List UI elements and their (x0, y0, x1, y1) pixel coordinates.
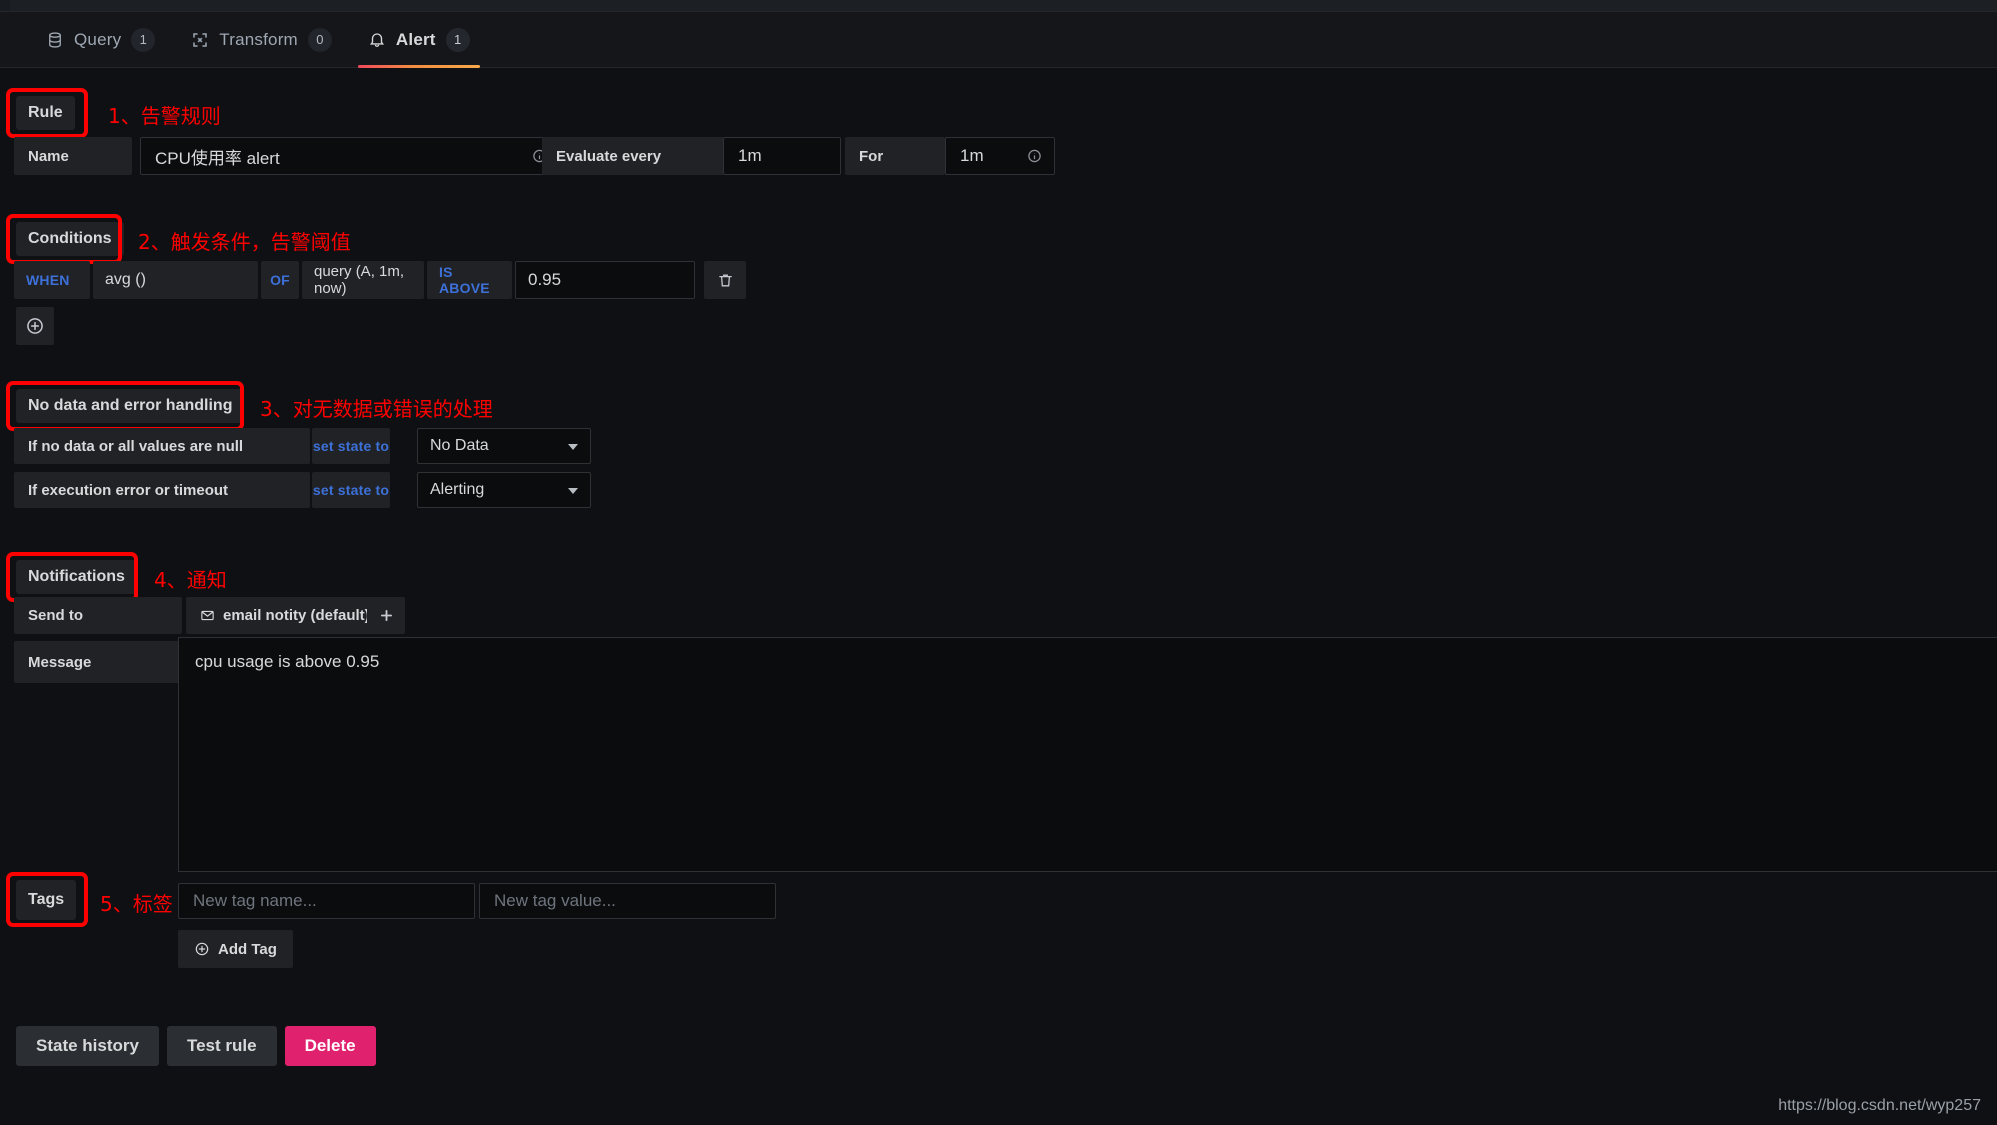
alert-tab-page: Query 1 Transform 0 Alert 1 Rule 1、告警规则 … (0, 0, 1997, 1125)
tab-query-label: Query (74, 29, 122, 49)
evaluate-every-label: Evaluate every (542, 137, 724, 175)
condition-of-label: OF (270, 272, 290, 288)
tag-value-input[interactable]: New tag value... (479, 883, 776, 919)
condition-evaluator-label: IS ABOVE (439, 264, 490, 296)
chevron-down-icon (568, 444, 578, 450)
database-icon (46, 31, 64, 49)
message-label: Message (14, 641, 182, 683)
condition-of-button[interactable]: OF (261, 261, 299, 299)
rule-name-input[interactable]: CPU使用率 alert (140, 137, 560, 175)
nodata-row1-setstate-label: set state to (312, 428, 390, 464)
nodata-row1-state-value: No Data (430, 437, 489, 454)
annotation-note-notifications: 4、通知 (154, 568, 227, 592)
nodata-row2-state-value: Alerting (430, 481, 485, 498)
nodata-row2-state-select[interactable]: Alerting (417, 472, 591, 508)
test-rule-button[interactable]: Test rule (166, 1026, 277, 1066)
add-tag-button[interactable]: Add Tag (178, 930, 293, 968)
tag-name-placeholder: New tag name... (193, 891, 317, 910)
nodata-row1-state-select[interactable]: No Data (417, 428, 591, 464)
condition-add-button[interactable] (16, 307, 54, 345)
state-history-button[interactable]: State history (16, 1026, 159, 1066)
notification-channel-label: email notity (default) (223, 607, 370, 624)
for-input[interactable]: 1m (945, 137, 1055, 175)
nodata-row1-label: If no data or all values are null (14, 428, 310, 464)
tab-alert-badge: 1 (445, 27, 470, 52)
tab-query-badge: 1 (131, 27, 156, 52)
message-textarea[interactable]: cpu usage is above 0.95 (178, 637, 1997, 872)
info-circle-icon[interactable] (1027, 149, 1042, 164)
send-to-label: Send to (14, 597, 182, 634)
section-heading-conditions: Conditions (16, 222, 124, 256)
condition-when-label: WHEN (26, 272, 70, 288)
section-heading-nodata: No data and error handling (16, 389, 245, 423)
tag-name-input[interactable]: New tag name... (178, 883, 475, 919)
tab-transform[interactable]: Transform 0 (173, 12, 350, 68)
nodata-row1-setstate-text: set state to (312, 438, 390, 454)
notification-channel-chip[interactable]: email notity (default) (186, 597, 384, 634)
section-heading-nodata-label: No data and error handling (28, 397, 233, 414)
watermark: https://blog.csdn.net/wyp257 (1778, 1097, 1981, 1114)
tab-transform-badge: 0 (307, 27, 332, 52)
bell-icon (368, 31, 386, 49)
tag-value-placeholder: New tag value... (494, 891, 616, 910)
for-label: For (845, 137, 945, 175)
condition-when-button[interactable]: WHEN (14, 261, 90, 299)
annotation-note-nodata: 3、对无数据或错误的处理 (260, 397, 493, 421)
footer-actions: State history Test rule Delete (16, 1026, 376, 1066)
nodata-row2-setstate-label: set state to (312, 472, 390, 508)
section-heading-tags-label: Tags (28, 891, 65, 908)
tab-transform-label: Transform (219, 29, 298, 49)
condition-evaluator-select[interactable]: IS ABOVE (427, 261, 512, 299)
condition-threshold-input[interactable]: 0.95 (515, 261, 695, 299)
plus-icon (380, 609, 392, 622)
condition-row: WHEN avg () OF query (A, 1m, now) IS ABO… (14, 261, 746, 299)
plus-circle-icon (27, 318, 43, 334)
annotation-note-conditions: 2、触发条件，告警阈值 (138, 230, 351, 254)
delete-button[interactable]: Delete (284, 1026, 376, 1066)
section-heading-notifications-label: Notifications (28, 568, 125, 585)
condition-query-select[interactable]: query (A, 1m, now) (302, 261, 424, 299)
transform-icon (191, 31, 209, 49)
evaluate-every-input[interactable]: 1m (723, 137, 841, 175)
rule-name-label: Name (14, 137, 132, 175)
nodata-row2-label: If execution error or timeout (14, 472, 310, 508)
nodata-row2-setstate-text: set state to (312, 482, 390, 498)
tab-alert[interactable]: Alert 1 (350, 12, 488, 68)
section-heading-notifications: Notifications (16, 560, 137, 594)
annotation-note-rule: 1、告警规则 (108, 104, 221, 128)
chevron-down-icon (568, 488, 578, 494)
tab-alert-label: Alert (395, 29, 436, 49)
notification-add-button[interactable] (367, 597, 405, 634)
panel-editor-tabs: Query 1 Transform 0 Alert 1 (0, 12, 1997, 68)
condition-delete-button[interactable] (704, 261, 746, 299)
section-heading-tags: Tags (16, 880, 77, 920)
tab-query[interactable]: Query 1 (28, 12, 173, 68)
add-tag-label: Add Tag (218, 940, 277, 958)
section-heading-conditions-label: Conditions (28, 230, 112, 247)
section-heading-rule-label: Rule (28, 104, 63, 121)
rule-name-value: CPU使用率 alert (155, 148, 280, 168)
plus-circle-icon (195, 942, 209, 956)
condition-reducer-select[interactable]: avg () (93, 261, 258, 299)
annotation-note-tags: 5、标签 (100, 892, 173, 916)
envelope-icon (201, 610, 214, 621)
panel-top-edge (0, 0, 1997, 12)
section-heading-rule: Rule (16, 96, 75, 130)
panel-top-edge-inner (10, 0, 1997, 11)
trash-icon (718, 274, 732, 286)
for-value: 1m (960, 146, 984, 165)
